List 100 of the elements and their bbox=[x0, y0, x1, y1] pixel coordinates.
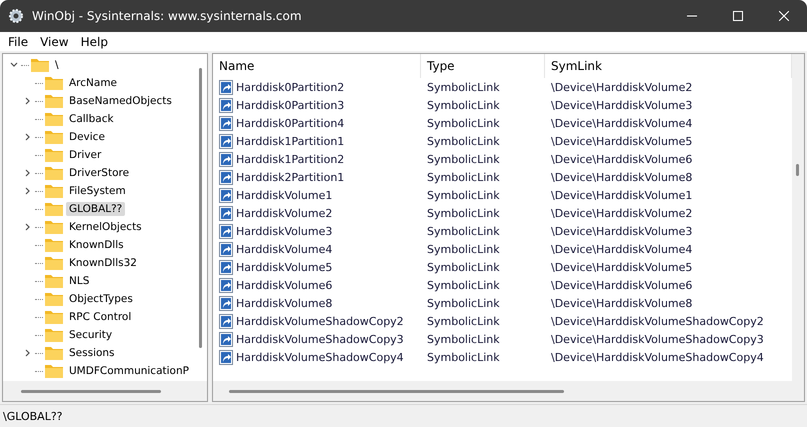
folder-icon bbox=[45, 94, 63, 108]
tree-item[interactable]: Callback bbox=[66, 112, 117, 126]
tree-item[interactable]: KnownDlls32 bbox=[66, 256, 140, 270]
menu-item[interactable]: View bbox=[34, 34, 75, 48]
folder-icon bbox=[45, 166, 63, 180]
tree-item[interactable]: ObjectTypes bbox=[66, 292, 136, 306]
folder-icon bbox=[31, 58, 49, 72]
shortcut-icon bbox=[219, 116, 233, 130]
object-name: HarddiskVolume1 bbox=[236, 188, 332, 202]
table-cell-text: SymbolicLink bbox=[426, 224, 501, 238]
object-name: HarddiskVolume6 bbox=[236, 278, 332, 292]
horizontal-scrollbar[interactable] bbox=[3, 381, 207, 401]
folder-icon bbox=[45, 112, 63, 126]
shortcut-icon bbox=[219, 296, 233, 310]
table-cell-text: SymbolicLink bbox=[426, 152, 501, 166]
tree-item[interactable]: GLOBAL?? bbox=[66, 202, 126, 216]
maximize-icon bbox=[733, 11, 743, 21]
tree-item[interactable]: UMDFCommunicationP bbox=[66, 364, 192, 378]
folder-icon bbox=[45, 220, 63, 234]
app-gear-icon bbox=[8, 8, 24, 24]
folder-icon bbox=[45, 76, 63, 90]
shortcut-icon bbox=[219, 80, 233, 94]
shortcut-icon bbox=[219, 206, 233, 220]
folder-icon bbox=[45, 130, 63, 144]
expand-chevron-icon[interactable] bbox=[24, 187, 32, 195]
table-cell-text: \Device\HarddiskVolumeShadowCopy2 bbox=[550, 314, 765, 328]
tree-item[interactable]: DriverStore bbox=[66, 166, 132, 180]
folder-icon bbox=[45, 310, 63, 324]
tree-item[interactable]: BaseNamedObjects bbox=[66, 94, 175, 108]
table-cell-text: SymbolicLink bbox=[426, 278, 501, 292]
table-cell-text: SymbolicLink bbox=[426, 134, 501, 148]
horizontal-scrollbar[interactable] bbox=[213, 381, 792, 401]
tree-item[interactable]: KnownDlls bbox=[66, 238, 127, 252]
shortcut-icon bbox=[219, 332, 233, 346]
expand-chevron-icon[interactable] bbox=[24, 169, 32, 177]
table-cell-text: SymbolicLink bbox=[426, 206, 501, 220]
object-name: HarddiskVolumeShadowCopy3 bbox=[236, 332, 404, 346]
table-cell-text: SymbolicLink bbox=[426, 260, 501, 274]
tree-item[interactable]: ArcName bbox=[66, 76, 120, 90]
shortcut-icon bbox=[219, 152, 233, 166]
tree-item[interactable]: Device bbox=[66, 130, 108, 144]
object-name: HarddiskVolume3 bbox=[236, 224, 332, 238]
table-cell-text: \Device\HarddiskVolume3 bbox=[550, 98, 694, 112]
folder-icon bbox=[45, 328, 63, 342]
object-name: Harddisk1Partition1 bbox=[236, 134, 344, 148]
column-header[interactable]: Type bbox=[421, 54, 545, 78]
expand-chevron-icon[interactable] bbox=[24, 133, 32, 141]
table-cell-text: \Device\HarddiskVolume4 bbox=[550, 116, 694, 130]
vertical-scrollbar[interactable] bbox=[792, 54, 804, 401]
folder-icon bbox=[45, 256, 63, 270]
object-name: Harddisk1Partition2 bbox=[236, 152, 344, 166]
object-name: Harddisk0Partition4 bbox=[236, 116, 344, 130]
tree-item[interactable]: FileSystem bbox=[66, 184, 129, 198]
table-cell-text: \Device\HarddiskVolume2 bbox=[550, 80, 694, 94]
folder-icon bbox=[45, 202, 63, 216]
shortcut-icon bbox=[219, 314, 233, 328]
shortcut-icon bbox=[219, 224, 233, 238]
menu-item[interactable]: Help bbox=[74, 34, 114, 48]
tree-item[interactable]: \ bbox=[52, 58, 62, 72]
table-cell-text: \Device\HarddiskVolume2 bbox=[550, 206, 694, 220]
collapse-chevron-icon[interactable] bbox=[10, 61, 18, 69]
table-cell-text: \Device\HarddiskVolume3 bbox=[550, 224, 694, 238]
table-cell-text: \Device\HarddiskVolume5 bbox=[550, 260, 694, 274]
table-cell-text: \Device\HarddiskVolume6 bbox=[550, 278, 694, 292]
folder-icon bbox=[45, 238, 63, 252]
folder-icon bbox=[45, 148, 63, 162]
tree-item[interactable]: RPC Control bbox=[66, 310, 134, 324]
window-title: WinObj - Sysinternals: www.sysinternals.com bbox=[32, 9, 303, 23]
shortcut-icon bbox=[219, 350, 233, 364]
tree-item[interactable]: Sessions bbox=[66, 346, 118, 360]
expand-chevron-icon[interactable] bbox=[24, 223, 32, 231]
menu-item[interactable]: File bbox=[2, 34, 34, 48]
tree-item[interactable]: KernelObjects bbox=[66, 220, 145, 234]
expand-chevron-icon[interactable] bbox=[24, 97, 32, 105]
table-cell-text: \Device\HarddiskVolume6 bbox=[550, 152, 694, 166]
shortcut-icon bbox=[219, 278, 233, 292]
table-cell-text: SymbolicLink bbox=[426, 242, 501, 256]
tree-item[interactable]: NLS bbox=[66, 274, 92, 288]
table-cell-text: \Device\HarddiskVolume8 bbox=[550, 170, 694, 184]
table-cell-text: \Device\HarddiskVolume4 bbox=[550, 242, 694, 256]
folder-icon bbox=[45, 346, 63, 360]
table-cell-text: \Device\HarddiskVolumeShadowCopy3 bbox=[550, 332, 765, 346]
table-cell-text: SymbolicLink bbox=[426, 116, 501, 130]
shortcut-icon bbox=[219, 98, 233, 112]
folder-icon bbox=[45, 364, 63, 378]
expand-chevron-icon[interactable] bbox=[24, 349, 32, 357]
object-name: HarddiskVolume8 bbox=[236, 296, 332, 310]
object-name: HarddiskVolume2 bbox=[236, 206, 332, 220]
object-name: HarddiskVolume4 bbox=[236, 242, 332, 256]
shortcut-icon bbox=[219, 170, 233, 184]
column-header[interactable]: Name bbox=[213, 54, 421, 78]
table-cell-text: SymbolicLink bbox=[426, 98, 501, 112]
shortcut-icon bbox=[219, 188, 233, 202]
table-cell-text: SymbolicLink bbox=[426, 188, 501, 202]
table-cell-text: \Device\HarddiskVolumeShadowCopy4 bbox=[550, 350, 765, 364]
table-cell-text: SymbolicLink bbox=[426, 296, 501, 310]
table-cell-text: SymbolicLink bbox=[426, 350, 501, 364]
table-cell-text: SymbolicLink bbox=[426, 170, 501, 184]
tree-item[interactable]: Driver bbox=[66, 148, 104, 162]
tree-item[interactable]: Security bbox=[66, 328, 116, 342]
